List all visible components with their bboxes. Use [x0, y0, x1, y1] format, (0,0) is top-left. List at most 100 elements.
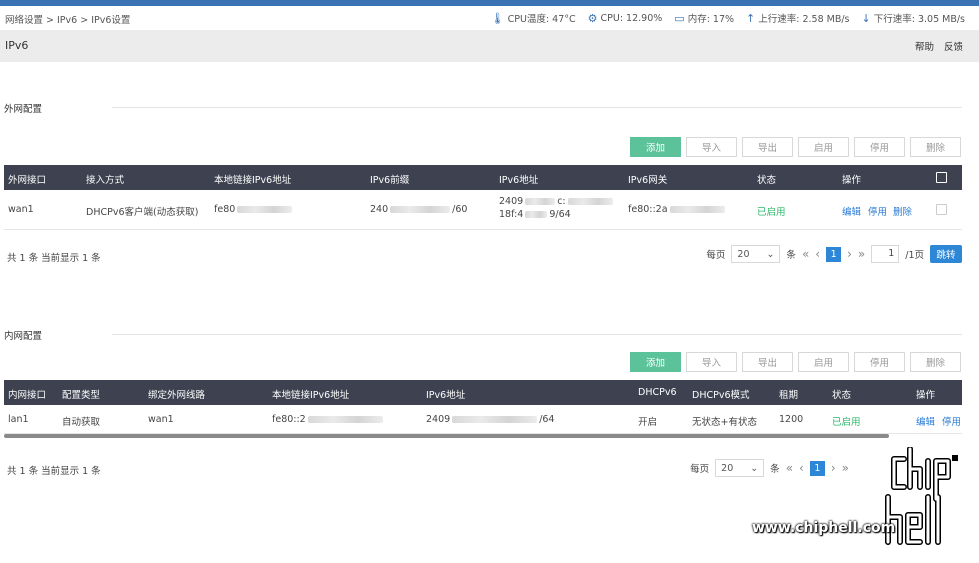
col-ipv6-addr: IPv6地址 [426, 390, 466, 401]
select-all-checkbox[interactable] [936, 172, 947, 183]
watermark-site-text: www.chiphell.com [752, 520, 896, 536]
wan-mode-cell: DHCPv6客户端(动态获取) [86, 207, 199, 218]
lan-addr-cell: 2409/64 [426, 414, 555, 425]
prev-page-icon[interactable]: ‹ [815, 247, 820, 261]
lan-local-addr-cell: fe80::2 [272, 414, 385, 425]
upload-stat: ↑ 上行速率: 2.58 MB/s [746, 11, 850, 26]
lan-table: 内网接口 配置类型 绑定外网线路 本地链接IPv6地址 IPv6地址 DHCPv… [4, 380, 962, 434]
col-status: 状态 [832, 390, 852, 401]
lan-import-button[interactable]: 导入 [686, 352, 737, 372]
memory-text: 内存: 17% [687, 14, 735, 25]
lan-lease-cell: 1200 [779, 414, 804, 425]
page-header: IPv6 帮助 反馈 [0, 30, 979, 62]
col-gateway: IPv6网关 [628, 175, 668, 186]
wan-delete-link[interactable]: 删除 [893, 204, 912, 218]
lan-disable-link[interactable]: 停用 [942, 414, 961, 428]
row-checkbox[interactable] [936, 204, 947, 215]
col-lease: 租期 [779, 390, 799, 401]
upload-arrow-icon: ↑ [746, 11, 756, 25]
jump-button[interactable]: 跳转 [930, 245, 962, 263]
lan-disable-button[interactable]: 停用 [854, 352, 905, 372]
wan-prefix-cell: 240/60 [370, 204, 468, 215]
col-local-addr: 本地链接IPv6地址 [214, 175, 292, 186]
lan-add-button[interactable]: 添加 [630, 352, 681, 372]
wan-import-button[interactable]: 导入 [686, 137, 737, 157]
wan-table: 外网接口 接入方式 本地链接IPv6地址 IPv6前缀 IPv6地址 IPv6网… [4, 165, 962, 230]
download-arrow-icon: ↓ [861, 11, 871, 25]
breadcrumb: 网络设置 > IPv6 > IPv6设置 [5, 15, 131, 26]
status-badge: 已启用 [832, 417, 861, 428]
col-lan-iface: 内网接口 [8, 390, 47, 401]
wan-section-title: 外网配置 [4, 104, 43, 115]
wan-addr-line1: 2409 c: [499, 196, 615, 207]
help-link[interactable]: 帮助 [915, 39, 934, 53]
chevron-down-icon: ⌄ [766, 248, 775, 260]
lan-table-header: 内网接口 配置类型 绑定外网线路 本地链接IPv6地址 IPv6地址 DHCPv… [4, 380, 962, 405]
download-text: 下行速率: 3.05 MB/s [873, 14, 965, 25]
memory-stat: ▭ 内存: 17% [674, 11, 735, 26]
cpu-temp-text: CPU温度: 47°C [507, 14, 576, 25]
col-access-mode: 接入方式 [86, 175, 125, 186]
cpu-usage-stat: ⚙ CPU: 12.90% [588, 11, 663, 25]
wan-export-button[interactable]: 导出 [742, 137, 793, 157]
status-badge: 已启用 [757, 207, 786, 218]
col-dhcpv6: DHCPv6 [638, 387, 677, 398]
lan-type-cell: 自动获取 [62, 417, 101, 428]
wan-addr-line2: 18f:4 9/64 [499, 209, 571, 220]
wan-iface-cell: wan1 [8, 204, 34, 215]
col-actions: 操作 [916, 390, 936, 401]
wan-delete-button[interactable]: 删除 [910, 137, 961, 157]
system-stats: 🌡 CPU温度: 47°C ⚙ CPU: 12.90% ▭ 内存: 17% ↑ … [491, 11, 965, 26]
lan-dhcpv6-mode-cell: 无状态+有状态 [692, 417, 757, 428]
per-page-unit: 条 [786, 250, 796, 261]
current-page-button[interactable]: 1 [826, 246, 842, 262]
wan-table-header: 外网接口 接入方式 本地链接IPv6地址 IPv6前缀 IPv6地址 IPv6网… [4, 165, 962, 190]
total-pages: /1页 [905, 250, 924, 261]
page-number-input[interactable]: 1 [871, 245, 900, 263]
lan-section-divider [112, 334, 962, 335]
page-title: IPv6 [5, 39, 29, 52]
download-stat: ↓ 下行速率: 3.05 MB/s [861, 11, 965, 26]
wan-gateway-cell: fe80::2a [628, 204, 727, 215]
col-config-type: 配置类型 [62, 390, 101, 401]
per-page-label: 每页 [690, 464, 710, 475]
feedback-link[interactable]: 反馈 [944, 39, 963, 53]
lan-export-button[interactable]: 导出 [742, 352, 793, 372]
lan-enable-button[interactable]: 启用 [798, 352, 849, 372]
col-bind-line: 绑定外网线路 [148, 390, 206, 401]
col-prefix: IPv6前缀 [370, 175, 410, 186]
next-page-icon[interactable]: › [847, 247, 852, 261]
last-page-icon[interactable]: » [858, 247, 865, 261]
header-links: 帮助 反馈 [915, 39, 963, 53]
wan-add-button[interactable]: 添加 [630, 137, 681, 157]
wan-toolbar: 添加 导入 导出 启用 停用 删除 [630, 137, 961, 157]
wan-edit-link[interactable]: 编辑 [842, 204, 861, 218]
wan-local-addr-cell: fe80 [214, 204, 294, 215]
wan-disable-button[interactable]: 停用 [854, 137, 905, 157]
lan-section-title: 内网配置 [4, 331, 43, 342]
wan-disable-link[interactable]: 停用 [868, 204, 887, 218]
lan-dhcpv6-cell: 开启 [638, 417, 658, 428]
lan-delete-button[interactable]: 删除 [910, 352, 961, 372]
col-wan-iface: 外网接口 [8, 175, 47, 186]
lan-iface-cell: lan1 [8, 414, 29, 425]
cpu-usage-text: CPU: 12.90% [600, 12, 663, 24]
status-bar: 网络设置 > IPv6 > IPv6设置 🌡 CPU温度: 47°C ⚙ CPU… [0, 6, 979, 30]
horizontal-scrollbar[interactable] [4, 434, 889, 438]
wan-summary: 共 1 条 当前显示 1 条 [7, 253, 101, 264]
col-ipv6-addr: IPv6地址 [499, 175, 539, 186]
lan-summary: 共 1 条 当前显示 1 条 [7, 466, 101, 477]
col-status: 状态 [757, 175, 777, 186]
col-local-addr: 本地链接IPv6地址 [272, 390, 350, 401]
cpu-temp-stat: 🌡 CPU温度: 47°C [491, 11, 576, 26]
first-page-icon[interactable]: « [802, 247, 809, 261]
lan-edit-link[interactable]: 编辑 [916, 414, 935, 428]
monitor-icon: ▭ [674, 11, 685, 25]
lan-bind-cell: wan1 [148, 414, 174, 425]
lan-toolbar: 添加 导入 导出 启用 停用 删除 [630, 352, 961, 372]
wan-enable-button[interactable]: 启用 [798, 137, 849, 157]
col-dhcpv6-mode: DHCPv6模式 [692, 390, 750, 401]
col-actions: 操作 [842, 175, 862, 186]
upload-text: 上行速率: 2.58 MB/s [758, 14, 850, 25]
per-page-select[interactable]: 20 ⌄ [731, 245, 781, 263]
